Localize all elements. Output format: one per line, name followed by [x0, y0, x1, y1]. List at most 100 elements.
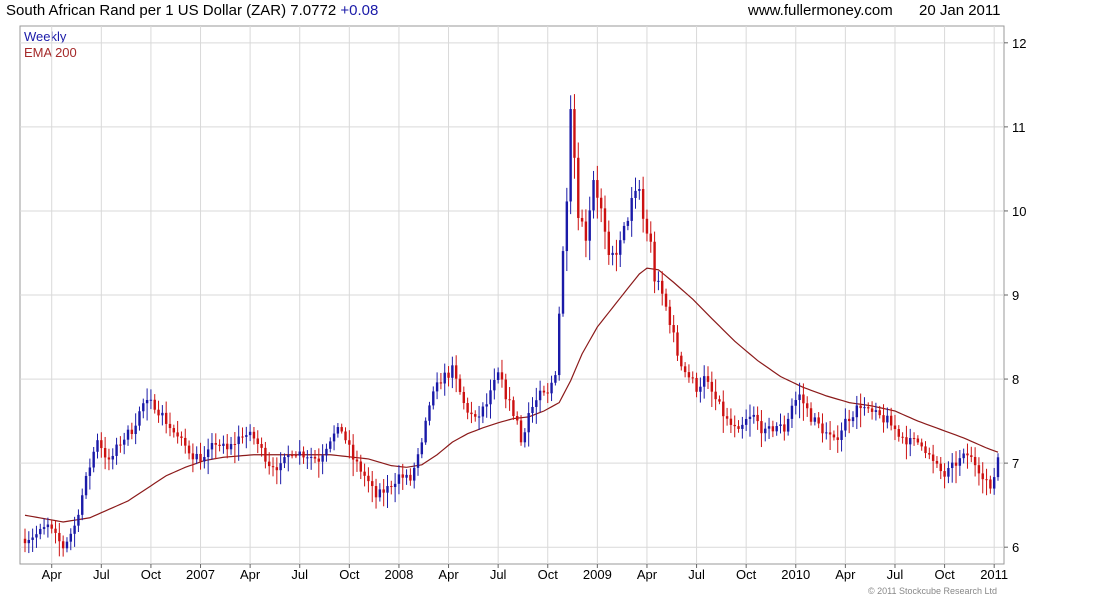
candle-body — [622, 225, 626, 241]
x-tick-label: Apr — [42, 567, 63, 582]
candle-body — [817, 417, 820, 424]
candle-body — [828, 432, 832, 435]
candle — [367, 467, 370, 493]
candle — [985, 468, 988, 496]
candle-body — [424, 420, 427, 443]
candle-body — [27, 539, 31, 544]
candle-body — [409, 474, 412, 481]
candle-body — [287, 455, 290, 458]
candle-body — [367, 475, 370, 482]
candle-body — [65, 541, 69, 549]
candle — [191, 443, 195, 473]
candle — [264, 441, 267, 469]
candle — [92, 446, 95, 473]
candle — [382, 478, 385, 507]
candle-body — [775, 426, 778, 432]
candle-body — [989, 479, 992, 489]
candle — [363, 463, 366, 487]
candle-body — [466, 403, 469, 413]
candle — [889, 407, 893, 431]
candle — [672, 315, 675, 343]
candle-body — [947, 468, 950, 477]
candle — [214, 433, 217, 460]
candle-body — [931, 454, 935, 461]
candle — [378, 483, 382, 502]
x-tick-label: Oct — [339, 567, 360, 582]
candle-body — [897, 429, 900, 437]
candle-body — [256, 438, 259, 444]
candle — [386, 474, 389, 508]
candle — [683, 362, 687, 378]
x-tick-label: Jul — [93, 567, 110, 582]
candle-body — [710, 381, 714, 392]
candle-body — [96, 440, 99, 452]
candle — [962, 448, 965, 464]
candle-body — [554, 375, 557, 383]
candle — [603, 195, 607, 250]
candle — [565, 187, 569, 272]
candle-body — [336, 427, 340, 434]
candle — [760, 410, 763, 448]
candle-body — [882, 415, 885, 423]
candle-body — [149, 399, 153, 401]
candle — [573, 94, 576, 179]
candle-body — [806, 403, 809, 409]
candle-body — [939, 463, 942, 472]
candle — [722, 390, 725, 433]
candle — [916, 435, 920, 445]
candle — [111, 448, 114, 470]
candle-body — [92, 451, 95, 468]
candle-body — [519, 420, 523, 443]
candle-body — [935, 460, 939, 464]
candle — [741, 416, 744, 439]
candle — [905, 425, 908, 460]
candle-body — [176, 432, 179, 437]
candle — [970, 446, 973, 463]
candle-body — [470, 412, 473, 415]
candle — [966, 443, 969, 469]
candle — [374, 478, 378, 509]
candle — [329, 437, 332, 453]
candle-body — [786, 418, 790, 432]
candle-body — [794, 400, 797, 406]
candle-body — [351, 444, 355, 460]
candle-body — [195, 453, 198, 460]
candle — [119, 436, 122, 453]
candle-body — [603, 208, 607, 232]
candle-body — [164, 412, 168, 424]
candle-body — [454, 365, 458, 379]
candle — [401, 463, 404, 490]
x-tick-label: Jul — [688, 567, 705, 582]
candle — [321, 444, 324, 475]
candle-body — [771, 426, 775, 432]
candle-body — [691, 377, 694, 379]
candle-body — [996, 457, 1000, 478]
candle — [462, 386, 466, 410]
candle — [164, 401, 168, 434]
candle — [619, 231, 622, 268]
candle-body — [493, 380, 496, 391]
candle-body — [317, 458, 321, 462]
candle — [443, 363, 446, 396]
candle-body — [23, 538, 27, 544]
candle-body — [981, 473, 984, 480]
x-tick-label: Apr — [637, 567, 658, 582]
candle-body — [84, 475, 88, 496]
candle-body — [840, 430, 843, 440]
candle — [496, 367, 500, 384]
candle — [764, 422, 767, 442]
candle — [951, 453, 954, 483]
candle-body — [607, 231, 610, 256]
candle — [77, 509, 80, 533]
candle — [828, 421, 832, 451]
candle-body — [54, 528, 57, 533]
candle-body — [970, 455, 973, 457]
candle-body — [405, 474, 408, 478]
candle — [935, 456, 939, 468]
candle — [405, 469, 408, 485]
candle — [210, 433, 214, 460]
candle-body — [851, 417, 855, 422]
candle-body — [199, 453, 202, 462]
candle — [371, 470, 374, 503]
candle-body — [630, 197, 633, 221]
